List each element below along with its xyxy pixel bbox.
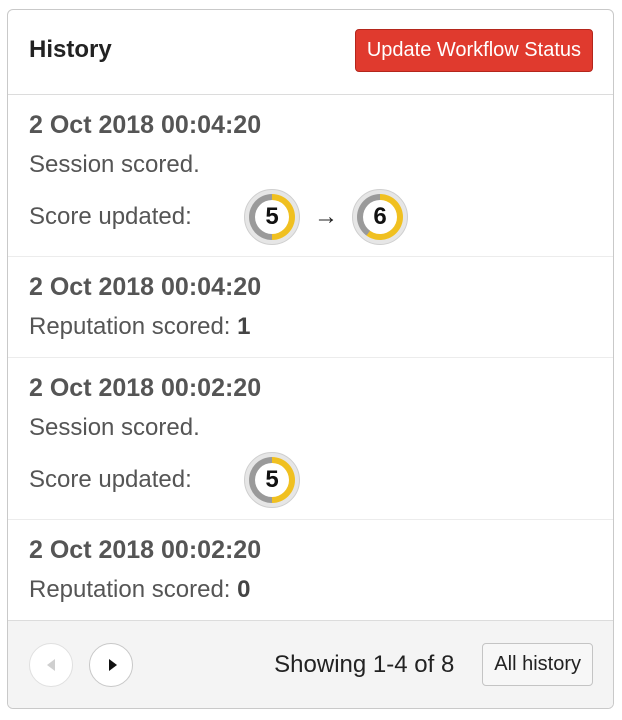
all-history-button[interactable]: All history <box>482 643 593 686</box>
entry-timestamp: 2 Oct 2018 00:02:20 <box>29 536 262 564</box>
score-label: Score updated: <box>29 203 192 230</box>
score-row: Score updated: 5 <box>29 449 593 511</box>
next-page-button[interactable] <box>89 642 133 687</box>
score-value: 5 <box>255 463 289 497</box>
entry-text: Session scored. <box>29 151 200 178</box>
entry-text: Reputation scored: 0 <box>29 575 593 605</box>
reputation-value: 0 <box>237 576 251 603</box>
panel-footer: Showing 1-4 of 8 All history <box>8 620 613 708</box>
score-badge-from: 5 <box>244 189 300 245</box>
entry-timestamp: 2 Oct 2018 00:04:20 <box>29 273 262 301</box>
update-workflow-status-button[interactable]: Update Workflow Status <box>354 28 593 72</box>
entry-timestamp: 2 Oct 2018 00:02:20 <box>29 374 262 402</box>
panel-header: History Update Workflow Status <box>8 10 613 95</box>
score-badge-to: 6 <box>352 189 408 245</box>
history-panel: History Update Workflow Status 2 Oct 201… <box>7 9 614 709</box>
history-entry: 2 Oct 2018 00:02:20 Session scored. Scor… <box>8 358 613 520</box>
score-badge: 5 <box>244 452 300 508</box>
chevron-right-icon <box>108 658 117 671</box>
history-entry: 2 Oct 2018 00:02:20 Reputation scored: 0 <box>8 520 613 630</box>
entry-text-label: Reputation scored: <box>29 313 238 340</box>
score-value: 5 <box>255 200 289 234</box>
arrow-icon: → <box>314 203 338 230</box>
previous-page-button[interactable] <box>29 642 73 687</box>
score-label: Score updated: <box>29 466 192 493</box>
score-row: Score updated: 5 → 6 <box>29 186 593 248</box>
reputation-value: 1 <box>237 313 251 340</box>
history-entry: 2 Oct 2018 00:04:20 Session scored. Scor… <box>8 95 613 257</box>
entry-text: Reputation scored: 1 <box>29 312 593 342</box>
panel-title: History <box>29 36 112 63</box>
entry-timestamp: 2 Oct 2018 00:04:20 <box>29 111 262 139</box>
chevron-left-icon <box>47 658 55 671</box>
pagination-status: Showing 1-4 of 8 <box>274 650 455 678</box>
entry-text-label: Reputation scored: <box>29 576 238 603</box>
score-value: 6 <box>363 200 397 234</box>
entry-text: Session scored. <box>29 414 200 441</box>
history-entry: 2 Oct 2018 00:04:20 Reputation scored: 1 <box>8 257 613 358</box>
